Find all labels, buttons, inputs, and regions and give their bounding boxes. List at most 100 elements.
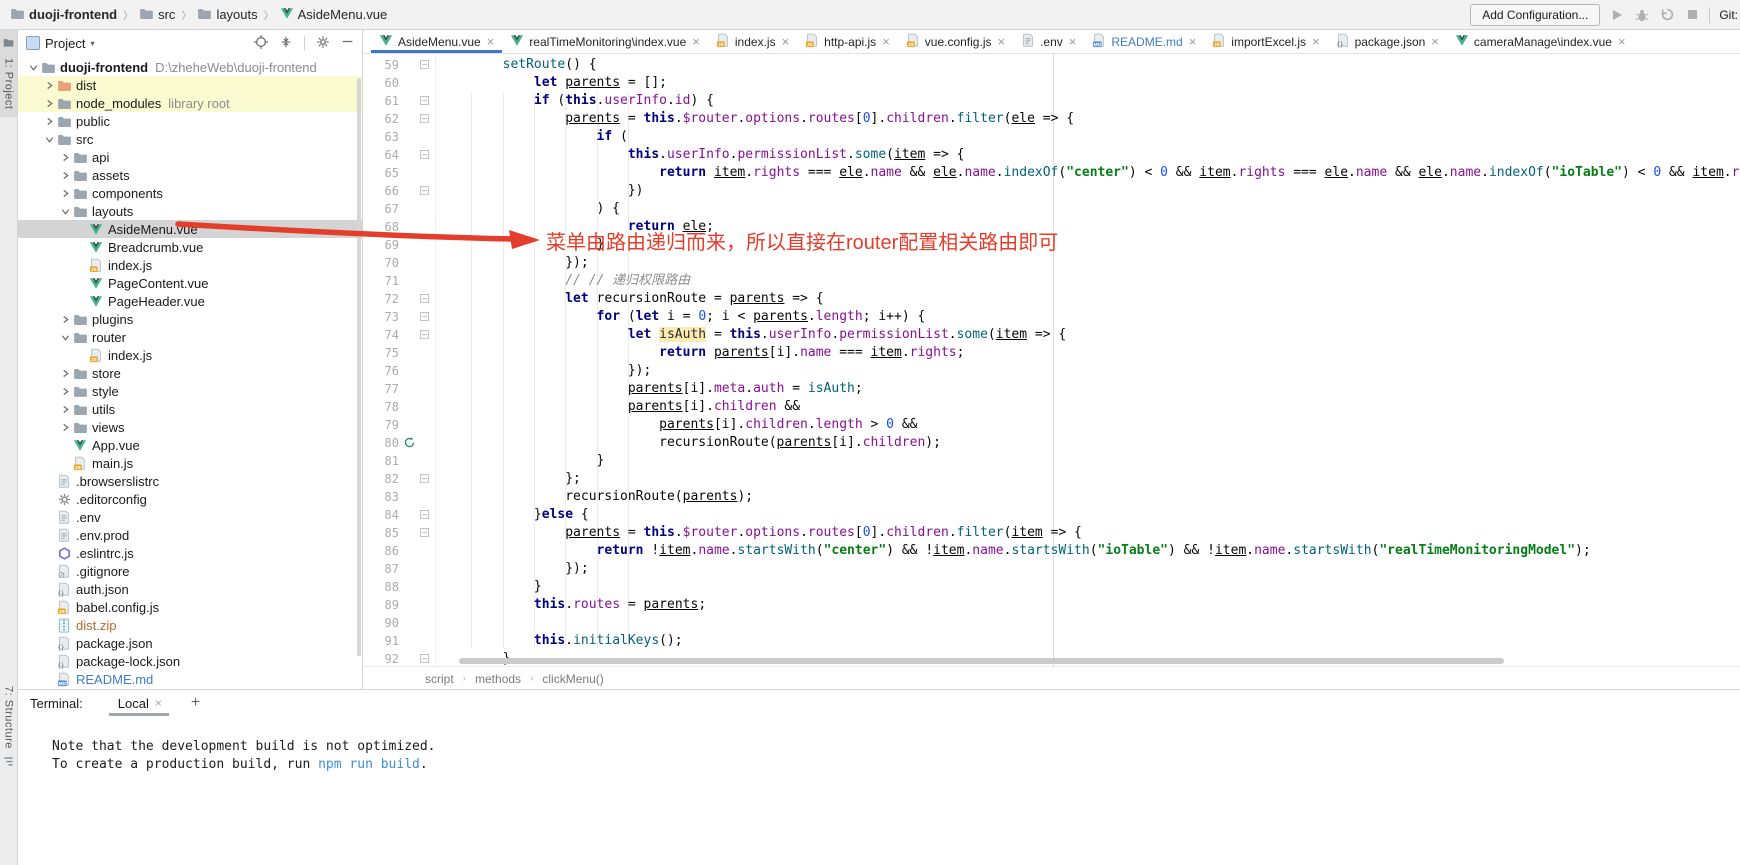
- fold-marker-icon[interactable]: –: [420, 528, 429, 537]
- code-line-89[interactable]: 89 this.routes = parents;: [363, 596, 1740, 614]
- tree-item-views[interactable]: views: [18, 418, 362, 436]
- code-line-74[interactable]: 74– let isAuth = this.userInfo.permissio…: [363, 326, 1740, 344]
- tree-item-layouts[interactable]: layouts: [18, 202, 362, 220]
- fold-marker-icon[interactable]: –: [420, 186, 429, 195]
- chevron-right-icon[interactable]: [58, 385, 72, 398]
- close-tab-icon[interactable]: ×: [487, 34, 495, 49]
- tab-importexcel-js[interactable]: JSimportExcel.js×: [1204, 30, 1327, 53]
- tree-item-components[interactable]: components: [18, 184, 362, 202]
- tab-realtimemonitoring-index-vue[interactable]: realTimeMonitoring\index.vue×: [502, 30, 708, 53]
- breadcrumb-item-src[interactable]: src: [139, 6, 175, 24]
- tree-item-pageheader-vue[interactable]: PageHeader.vue: [18, 292, 362, 310]
- tool-window-button-project[interactable]: 1: Project: [0, 30, 17, 117]
- tree-item-plugins[interactable]: plugins: [18, 310, 362, 328]
- code-line-75[interactable]: 75 return parents[i].name === item.right…: [363, 344, 1740, 362]
- tree-item-babel-config-js[interactable]: JSbabel.config.js: [18, 598, 362, 616]
- tab-env[interactable]: .env×: [1013, 30, 1084, 53]
- git-branch-label[interactable]: Git:: [1719, 8, 1738, 22]
- close-tab-icon[interactable]: ×: [1312, 34, 1320, 49]
- fold-marker-icon[interactable]: –: [420, 294, 429, 303]
- code-line-87[interactable]: 87 });: [363, 560, 1740, 578]
- tab-cameramanage-index-vue[interactable]: cameraManage\index.vue×: [1447, 30, 1634, 53]
- settings-icon[interactable]: [316, 35, 330, 52]
- chevron-right-icon[interactable]: [58, 421, 72, 434]
- tab-readme-md[interactable]: MDREADME.md×: [1084, 30, 1204, 53]
- chevron-right-icon[interactable]: [42, 97, 56, 110]
- tab-index-js[interactable]: JSindex.js×: [708, 30, 797, 53]
- close-tab-icon[interactable]: ×: [1069, 34, 1077, 49]
- close-tab-icon[interactable]: ×: [692, 34, 700, 49]
- code-line-61[interactable]: 61– if (this.userInfo.id) {: [363, 92, 1740, 110]
- collapse-all-icon[interactable]: [279, 35, 293, 52]
- chevron-down-icon[interactable]: [58, 331, 72, 344]
- run-with-coverage-icon[interactable]: [1659, 7, 1675, 23]
- fold-marker-icon[interactable]: –: [420, 150, 429, 159]
- code-line-88[interactable]: 88 }: [363, 578, 1740, 596]
- chevron-right-icon[interactable]: [58, 403, 72, 416]
- tab-asidemenu-vue[interactable]: AsideMenu.vue×: [371, 30, 502, 53]
- tree-item-assets[interactable]: assets: [18, 166, 362, 184]
- chevron-down-icon[interactable]: [42, 133, 56, 146]
- chevron-right-icon[interactable]: [58, 169, 72, 182]
- close-tab-icon[interactable]: ×: [782, 34, 790, 49]
- breadcrumb-item-layouts[interactable]: layouts: [197, 6, 257, 24]
- tab-package-json[interactable]: {}package.json×: [1328, 30, 1447, 53]
- code-line-78[interactable]: 78 parents[i].children &&: [363, 398, 1740, 416]
- code-line-85[interactable]: 85– parents = this.$router.options.route…: [363, 524, 1740, 542]
- code-line-90[interactable]: 90: [363, 614, 1740, 632]
- tree-item-src[interactable]: src: [18, 130, 362, 148]
- tree-item-store[interactable]: store: [18, 364, 362, 382]
- code-line-80[interactable]: 80 recursionRoute(parents[i].children);: [363, 434, 1740, 452]
- tree-item-api[interactable]: api: [18, 148, 362, 166]
- close-icon[interactable]: ×: [155, 696, 162, 710]
- code-line-91[interactable]: 91 this.initialKeys();: [363, 632, 1740, 650]
- code-line-59[interactable]: 59– setRoute() {: [363, 56, 1740, 74]
- tree-item-main-js[interactable]: JSmain.js: [18, 454, 362, 472]
- tree-item-app-vue[interactable]: App.vue: [18, 436, 362, 454]
- close-tab-icon[interactable]: ×: [882, 34, 890, 49]
- close-tab-icon[interactable]: ×: [997, 34, 1005, 49]
- new-terminal-button[interactable]: +: [191, 694, 200, 712]
- fold-marker-icon[interactable]: –: [420, 114, 429, 123]
- breadcrumb-item-duoji-frontend[interactable]: duoji-frontend: [10, 6, 117, 24]
- fold-marker-icon[interactable]: –: [420, 510, 429, 519]
- chevron-right-icon[interactable]: [42, 115, 56, 128]
- tree-item-browserslistrc[interactable]: .browserslistrc: [18, 472, 362, 490]
- chevron-right-icon[interactable]: [58, 187, 72, 200]
- terminal-output[interactable]: Note that the development build is not o…: [18, 716, 1740, 865]
- code-line-66[interactable]: 66– }): [363, 182, 1740, 200]
- chevron-down-icon[interactable]: [26, 61, 40, 74]
- code-line-62[interactable]: 62– parents = this.$router.options.route…: [363, 110, 1740, 128]
- tree-item-duoji-frontend[interactable]: duoji-frontendD:\zheheWeb\duoji-frontend: [18, 58, 362, 76]
- tree-item-dist[interactable]: dist: [18, 76, 362, 94]
- project-scrollbar[interactable]: [357, 78, 361, 656]
- code-line-67[interactable]: 67 ) {: [363, 200, 1740, 218]
- code-line-73[interactable]: 73– for (let i = 0; i < parents.length; …: [363, 308, 1740, 326]
- code-line-84[interactable]: 84– }else {: [363, 506, 1740, 524]
- editor-breadcrumb-script[interactable]: script: [425, 672, 454, 686]
- tree-item-eslintrc-js[interactable]: .eslintrc.js: [18, 544, 362, 562]
- tab-vue-config-js[interactable]: JSvue.config.js×: [898, 30, 1013, 53]
- tree-item-editorconfig[interactable]: .editorconfig: [18, 490, 362, 508]
- close-tab-icon[interactable]: ×: [1431, 34, 1439, 49]
- stop-icon[interactable]: [1684, 7, 1700, 23]
- code-line-82[interactable]: 82– };: [363, 470, 1740, 488]
- code-line-83[interactable]: 83 recursionRoute(parents);: [363, 488, 1740, 506]
- tree-item-utils[interactable]: utils: [18, 400, 362, 418]
- tree-item-index-js[interactable]: JSindex.js: [18, 256, 362, 274]
- tree-item-node-modules[interactable]: node_moduleslibrary root: [18, 94, 362, 112]
- fold-marker-icon[interactable]: –: [420, 474, 429, 483]
- tree-item-package-lock-json[interactable]: {}package-lock.json: [18, 652, 362, 670]
- terminal-tab-local[interactable]: Local ×: [113, 690, 167, 716]
- code-editor[interactable]: 59– setRoute() {60 let parents = [];61– …: [363, 54, 1740, 667]
- tool-window-button-structure[interactable]: 7: Structure: [0, 682, 17, 776]
- chevron-right-icon[interactable]: [58, 367, 72, 380]
- tree-item-index-js[interactable]: JSindex.js: [18, 346, 362, 364]
- fold-marker-icon[interactable]: –: [420, 96, 429, 105]
- editor-hscrollbar[interactable]: [459, 658, 1504, 664]
- chevron-right-icon[interactable]: [58, 151, 72, 164]
- locate-icon[interactable]: [254, 35, 268, 52]
- code-line-63[interactable]: 63 if (: [363, 128, 1740, 146]
- fold-marker-icon[interactable]: –: [420, 330, 429, 339]
- tree-item-public[interactable]: public: [18, 112, 362, 130]
